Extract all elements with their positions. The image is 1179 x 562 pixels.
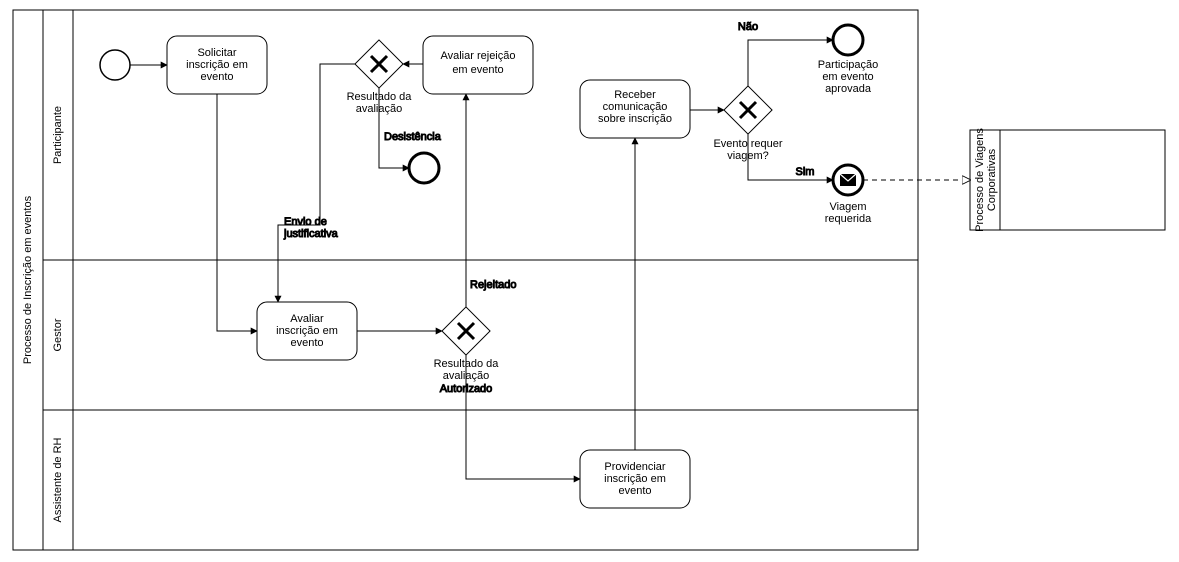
lane-title-gestor: Gestor: [52, 318, 64, 351]
svg-text:evento: evento: [200, 71, 233, 83]
svg-text:comunicação: comunicação: [603, 101, 668, 113]
external-pool-title-l1: Processo de Viagens: [974, 128, 986, 232]
lane-title-participante: Participante: [52, 106, 64, 164]
svg-text:evento: evento: [290, 337, 323, 349]
edge-sim: Sim: [796, 166, 815, 178]
svg-text:Avaliar rejeição: Avaliar rejeição: [440, 50, 515, 62]
edge-autorizado: Autorizado: [440, 383, 493, 395]
svg-text:sobre inscrição: sobre inscrição: [598, 113, 672, 125]
start-event: [100, 50, 130, 80]
svg-text:justificativa: justificativa: [283, 228, 339, 240]
svg-text:Participação: Participação: [818, 59, 879, 71]
end-viagem: Viagem requerida: [825, 165, 872, 225]
svg-text:inscrição em: inscrição em: [604, 473, 666, 485]
edge-nao: Não: [738, 21, 758, 33]
edge-rejeitado: Rejeitado: [470, 279, 516, 291]
end-desistencia: [409, 153, 439, 183]
pool-title: Processo de Inscrição em eventos: [22, 195, 34, 364]
svg-text:Viagem: Viagem: [829, 201, 866, 213]
svg-text:Avaliar: Avaliar: [290, 313, 324, 325]
svg-text:em evento: em evento: [452, 64, 503, 76]
svg-text:inscrição em: inscrição em: [276, 325, 338, 337]
svg-text:em evento: em evento: [822, 71, 873, 83]
external-pool-title-l2: Corporativas: [986, 148, 998, 211]
svg-text:inscrição em: inscrição em: [186, 59, 248, 71]
pool-external: Processo de Viagens Corporativas: [970, 128, 1165, 232]
svg-text:Receber: Receber: [614, 89, 656, 101]
task-receber: Receber comunicação sobre inscrição: [580, 80, 690, 138]
task-providenciar: Providenciar inscrição em evento: [580, 450, 690, 508]
svg-text:Envio de: Envio de: [284, 216, 327, 228]
edge-desistencia: Desistência: [384, 131, 442, 143]
svg-text:Solicitar: Solicitar: [197, 47, 236, 59]
svg-text:evento: evento: [618, 485, 651, 497]
svg-text:requerida: requerida: [825, 213, 872, 225]
task-avaliar-inscricao: Avaliar inscrição em evento: [257, 302, 357, 360]
bpmn-diagram: Processo de Inscrição em eventos Partici…: [0, 0, 1179, 562]
task-solicitar: Solicitar inscrição em evento: [167, 36, 267, 94]
task-avaliar-rejeicao: Avaliar rejeição em evento: [423, 36, 533, 94]
svg-text:Providenciar: Providenciar: [604, 461, 665, 473]
lane-title-assistente: Assistente de RH: [52, 437, 64, 522]
svg-text:aprovada: aprovada: [825, 83, 872, 95]
end-aprovada: Participação em evento aprovada: [818, 25, 879, 95]
